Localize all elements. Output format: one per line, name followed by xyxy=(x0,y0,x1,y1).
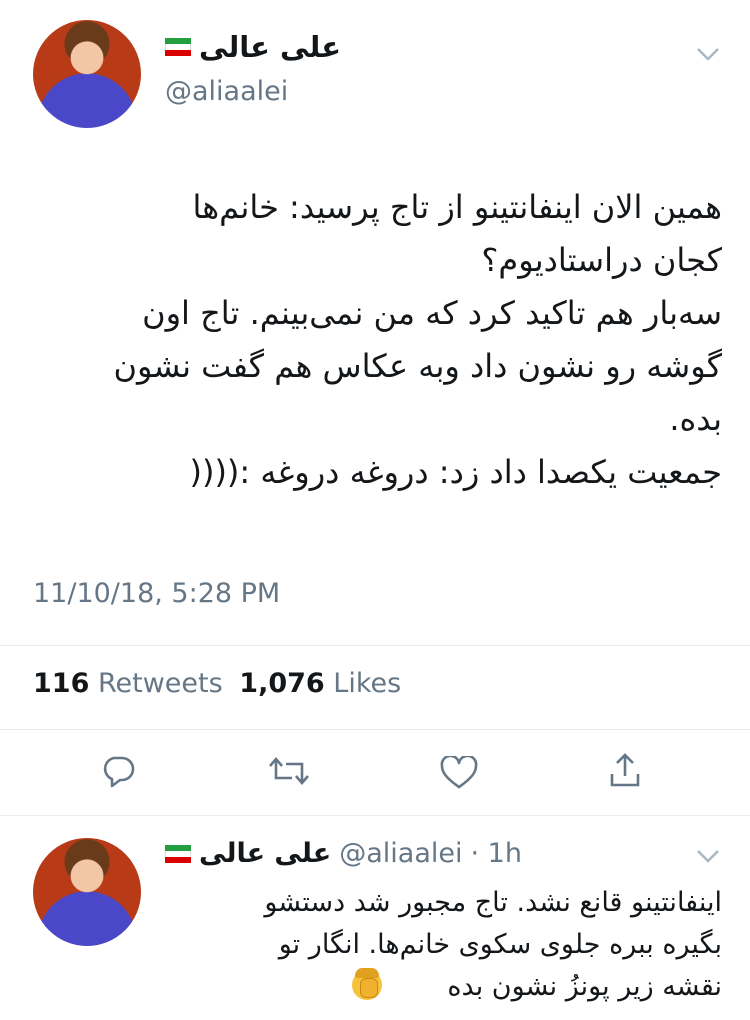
author-handle[interactable]: @aliaalei xyxy=(165,76,288,107)
chevron-down-icon[interactable] xyxy=(694,846,722,870)
author-avatar[interactable] xyxy=(33,20,141,128)
reply-icon[interactable] xyxy=(100,754,136,788)
heart-icon[interactable] xyxy=(440,756,478,790)
reply-text: اینفانتینو قانع نشد. تاج مجبور شد دستشو … xyxy=(264,887,722,1002)
tweet-timestamp[interactable]: 11/10/18, 5:28 PM xyxy=(33,578,280,609)
section-separator xyxy=(0,815,750,816)
chevron-down-icon[interactable] xyxy=(694,44,722,68)
facepalm-emoji xyxy=(352,968,382,1000)
share-icon[interactable] xyxy=(608,752,642,788)
retweets-count: 116 xyxy=(33,668,90,699)
likes-stat[interactable]: 1,076 Likes xyxy=(239,668,401,699)
reply-time: · 1h xyxy=(470,838,522,869)
author-name-row[interactable]: علی عالی xyxy=(165,30,341,64)
iran-flag-icon xyxy=(165,38,191,56)
retweets-label: Retweets xyxy=(97,668,223,699)
reply-author-handle: @aliaalei xyxy=(339,838,463,869)
iran-flag-icon xyxy=(165,844,191,863)
reply-author-name: علی عالی xyxy=(199,838,332,869)
tweet-stats: 116 Retweets 1,076 Likes xyxy=(33,668,401,699)
tweet-text: همین الان اینفانتینو از تاج پرسید: خانم‌… xyxy=(113,188,722,491)
likes-label: Likes xyxy=(333,668,402,699)
retweet-icon[interactable] xyxy=(268,756,310,786)
author-name: علی عالی xyxy=(199,30,342,64)
divider xyxy=(0,729,750,730)
reply-author-avatar[interactable] xyxy=(33,838,141,946)
reply-header[interactable]: علی عالی @aliaalei · 1h xyxy=(165,838,522,869)
likes-count: 1,076 xyxy=(239,668,325,699)
retweets-stat[interactable]: 116 Retweets xyxy=(33,668,231,699)
divider xyxy=(0,645,750,646)
